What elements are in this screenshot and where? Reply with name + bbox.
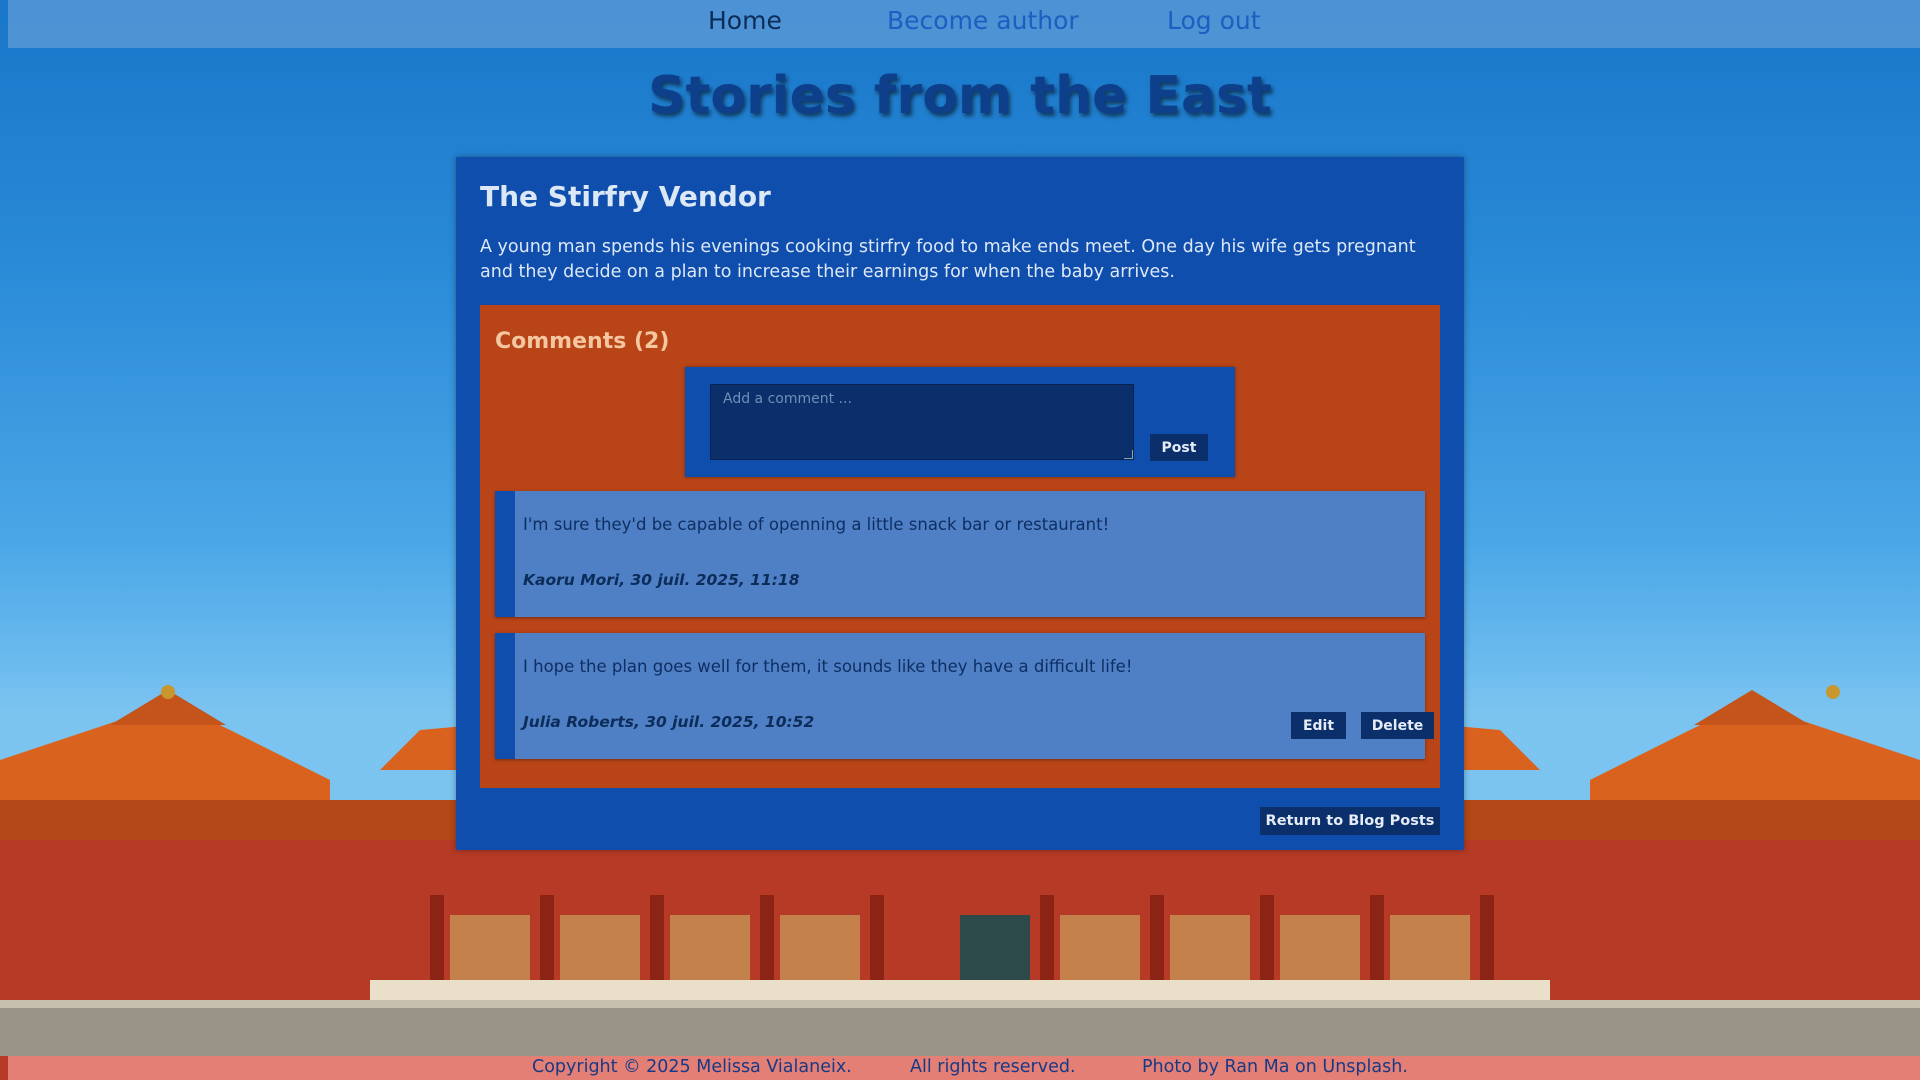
footer-photo-credit: Photo by Ran Ma on Unsplash. xyxy=(1142,1057,1408,1077)
post-body: A young man spends his evenings cooking … xyxy=(480,237,1416,282)
comment-text: I hope the plan goes well for them, it s… xyxy=(523,657,1133,676)
top-navigation: Home Become author Log out xyxy=(8,0,1920,48)
nav-become-author-link[interactable]: Become author xyxy=(887,6,1079,35)
blog-post-card: The Stirfry Vendor A young man spends hi… xyxy=(456,157,1464,850)
post-title: The Stirfry Vendor xyxy=(480,180,771,213)
footer-rights: All rights reserved. xyxy=(910,1057,1076,1077)
comment-author-date: Kaoru Mori, 30 juil. 2025, 11:18 xyxy=(523,571,800,589)
footer-copyright: Copyright © 2025 Melissa Vialaneix. xyxy=(532,1057,852,1077)
add-comment-form: Post xyxy=(685,367,1235,477)
comments-section: Comments (2) Post I'm sure they'd be cap… xyxy=(480,305,1440,788)
comment-item: I hope the plan goes well for them, it s… xyxy=(495,633,1434,759)
nav-home-link[interactable]: Home xyxy=(708,6,782,35)
delete-comment-button[interactable]: Delete xyxy=(1361,712,1434,739)
resize-grip-icon[interactable] xyxy=(1124,450,1133,459)
comments-heading: Comments (2) xyxy=(495,329,670,354)
comment-author-date: Julia Roberts, 30 juil. 2025, 10:52 xyxy=(523,713,815,731)
comment-item: I'm sure they'd be capable of openning a… xyxy=(495,491,1425,617)
return-to-blog-posts-button[interactable]: Return to Blog Posts xyxy=(1260,807,1440,835)
comment-text: I'm sure they'd be capable of openning a… xyxy=(523,515,1110,534)
nav-logout-link[interactable]: Log out xyxy=(1167,6,1261,35)
site-title: Stories from the East xyxy=(648,66,1272,126)
footer: Copyright © 2025 Melissa Vialaneix. All … xyxy=(8,1056,1920,1080)
edit-comment-button[interactable]: Edit xyxy=(1291,712,1346,739)
post-comment-button[interactable]: Post xyxy=(1150,434,1208,461)
comment-input[interactable] xyxy=(710,384,1134,460)
